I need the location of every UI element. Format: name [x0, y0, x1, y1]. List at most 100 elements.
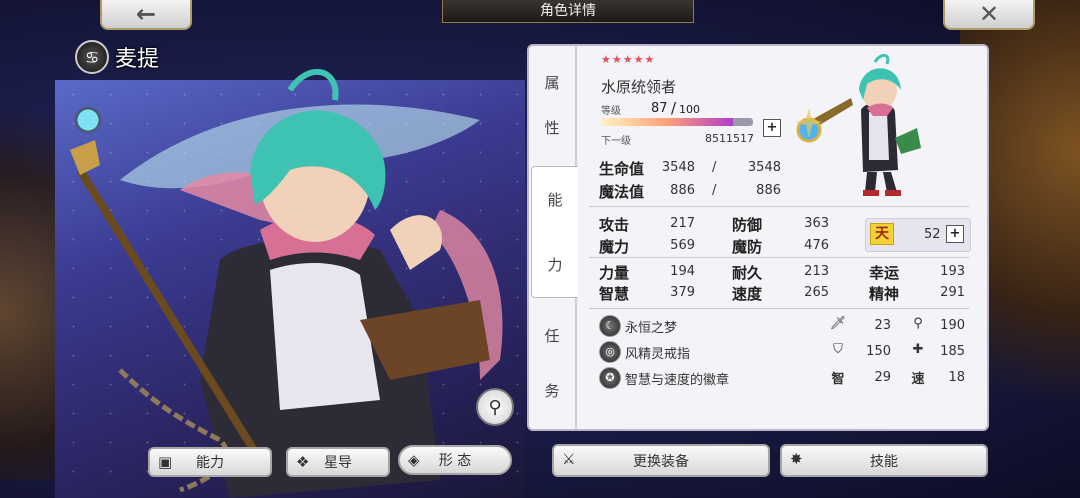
luck-value: 193 — [940, 264, 965, 279]
def-value: 363 — [804, 216, 829, 231]
skill-button-label: 技能 — [870, 453, 898, 470]
wisdom-stat-icon: 智 — [831, 372, 845, 387]
character-illustration — [70, 68, 503, 498]
equipment-row[interactable]: ☾ 永恒之梦 🗡 23 ⚲ 190 — [599, 315, 979, 337]
mag-label: 魔力 — [599, 238, 630, 256]
dur-label: 耐久 — [732, 264, 763, 282]
character-portrait — [795, 54, 921, 196]
equipment-stat-1: 150 — [866, 344, 891, 359]
equipment-name: 风精灵戒指 — [625, 347, 691, 362]
tab-attribute[interactable]: 属 性 — [529, 60, 575, 150]
character-name-header: ♋ 麦提 — [75, 40, 159, 74]
tab-attribute-char-2: 性 — [544, 119, 560, 137]
mdef-label: 魔防 — [732, 238, 763, 256]
spirit-value: 291 — [940, 285, 965, 300]
level-label: 等级 — [601, 106, 621, 117]
equipment-stat-1: 29 — [874, 370, 891, 385]
next-level-label: 下一级 — [601, 136, 631, 147]
ring-icon: ◎ — [599, 341, 621, 363]
ability-button[interactable]: ▣ 能力 — [148, 447, 272, 477]
level-progress-fill — [601, 118, 734, 126]
character-info-panel: 属 性 能 力 任 务 ★★★★★ 水原统领者 等级 87 / 100 + 下一… — [527, 44, 989, 431]
str-value: 194 — [670, 264, 695, 279]
atk-label: 攻击 — [599, 216, 630, 234]
heaven-badge-icon: 天 — [870, 223, 894, 245]
equipment-stat-2: 185 — [940, 344, 965, 359]
form-button[interactable]: ◈ 形 态 — [398, 445, 512, 475]
magnifier-icon: ⚲ — [488, 396, 502, 418]
equipment-stat-2: 190 — [940, 318, 965, 333]
next-level-exp: 8511517 — [705, 132, 754, 145]
section-divider — [589, 308, 969, 309]
hp-current: 3548 — [661, 160, 695, 175]
badge-icon: ✪ — [599, 367, 621, 389]
change-equipment-label: 更换装备 — [633, 453, 689, 470]
tab-task-char-2: 务 — [544, 382, 560, 400]
equipment-name: 永恒之梦 — [625, 321, 678, 336]
tab-ability[interactable]: 能 力 — [531, 166, 578, 298]
level-separator: / — [671, 99, 677, 117]
tab-task[interactable]: 任 务 — [529, 308, 575, 418]
equipment-row[interactable]: ◎ 风精灵戒指 ⛉ 150 ✚ 185 — [599, 341, 979, 363]
section-divider — [589, 206, 969, 207]
mp-separator: / — [712, 183, 717, 198]
hp-label: 生命值 — [599, 160, 645, 178]
grid-icon: ▣ — [158, 453, 173, 471]
back-button[interactable]: ← — [100, 0, 192, 30]
allocate-points-button[interactable]: + — [946, 225, 964, 243]
level-current: 87 — [651, 101, 668, 116]
level-up-button[interactable]: + — [763, 119, 781, 137]
zoom-button[interactable]: ⚲ — [476, 388, 514, 426]
spirit-label: 精神 — [869, 285, 900, 303]
form-icon: ◈ — [408, 451, 420, 469]
atk-value: 217 — [670, 216, 695, 231]
tab-ability-char-2: 力 — [547, 256, 563, 274]
defense-stat-icon: ⛉ — [833, 342, 843, 357]
mp-current: 886 — [670, 183, 695, 198]
spd-value: 265 — [804, 285, 829, 300]
luck-label: 幸运 — [869, 264, 900, 282]
def-label: 防御 — [732, 216, 763, 234]
section-divider — [589, 257, 969, 258]
ability-button-label: 能力 — [196, 455, 224, 471]
int-label: 智慧 — [599, 285, 630, 303]
tab-attribute-char-1: 属 — [544, 74, 560, 92]
star-guide-icon: ❖ — [296, 453, 310, 471]
star-guide-button[interactable]: ❖ 星导 — [286, 447, 390, 477]
mp-label: 魔法值 — [599, 183, 645, 201]
close-icon: ✕ — [978, 0, 1000, 28]
dur-value: 213 — [804, 264, 829, 279]
str-label: 力量 — [599, 264, 630, 282]
back-arrow-icon: ← — [135, 0, 157, 28]
spd-label: 速度 — [732, 285, 763, 303]
character-name: 麦提 — [115, 47, 160, 72]
bonus-points-value: 52 — [924, 227, 941, 242]
sword-stat-icon: 🗡 — [829, 316, 847, 331]
dream-weapon-icon: ☾ — [599, 315, 621, 337]
equipment-stat-1: 23 — [874, 318, 891, 333]
rarity-stars: ★★★★★ — [601, 53, 656, 66]
change-equipment-button[interactable]: ⚔ 更换装备 — [552, 444, 770, 477]
close-button[interactable]: ✕ — [943, 0, 1035, 30]
page-title: 角色详情 — [442, 0, 694, 23]
mag-value: 569 — [670, 238, 695, 253]
bonus-points-box: 天 52 + — [865, 218, 971, 252]
level-max: 100 — [679, 103, 700, 116]
star-guide-button-label: 星导 — [324, 455, 352, 471]
tab-task-char-1: 任 — [544, 327, 560, 345]
sparkle-icon: ✸ — [790, 450, 803, 468]
mdef-value: 476 — [804, 238, 829, 253]
equipment-stat-2: 18 — [948, 370, 965, 385]
int-value: 379 — [670, 285, 695, 300]
sword-icon: ⚔ — [562, 450, 576, 468]
form-button-label: 形 态 — [438, 453, 472, 469]
equipment-name: 智慧与速度的徽章 — [625, 373, 730, 388]
level-progress-bar — [601, 118, 753, 126]
hp-max: 3548 — [747, 160, 781, 175]
class-name: 水原统领者 — [601, 78, 677, 96]
element-icon: ♋ — [75, 40, 109, 74]
equipment-row[interactable]: ✪ 智慧与速度的徽章 智 29 速 18 — [599, 367, 979, 389]
mp-max: 886 — [756, 183, 781, 198]
tab-ability-char-1: 能 — [547, 191, 563, 209]
skill-button[interactable]: ✸ 技能 — [780, 444, 988, 477]
